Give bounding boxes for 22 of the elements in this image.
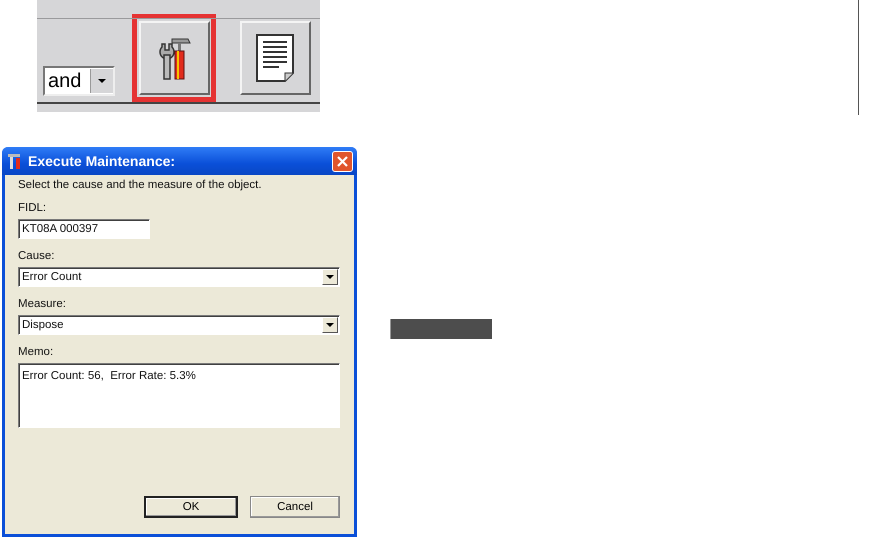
operator-dropdown[interactable]: and <box>43 66 115 96</box>
field-label: Memo: <box>18 346 54 358</box>
document-icon <box>255 33 295 83</box>
window-title: Execute Maintenance: <box>28 153 176 169</box>
fidl-field[interactable]: KT08A 000397 <box>18 219 150 239</box>
field-label: FIDL: <box>18 202 48 214</box>
dialog-button[interactable]: Cancel <box>250 496 340 518</box>
dialog-button[interactable]: OK <box>144 496 238 518</box>
tools-icon <box>7 152 23 170</box>
dropdown-arrow-icon <box>326 275 334 279</box>
dropdown-arrow-icon <box>98 79 106 83</box>
toolbar-button[interactable] <box>138 21 210 95</box>
instruction-text: Select the cause and the measure of the object. <box>18 179 263 191</box>
toolbar-button[interactable] <box>240 21 310 95</box>
field-label: Cause: <box>18 250 56 262</box>
field-label: Measure: <box>18 298 67 310</box>
dropdown-arrow-icon <box>326 323 334 327</box>
close-icon <box>337 156 348 166</box>
memo-field[interactable]: Error Count: 56, Error Rate: 5.3% <box>18 363 340 428</box>
dropdown-field[interactable]: Dispose <box>18 315 340 335</box>
close-button[interactable] <box>332 150 353 172</box>
dropdown-field[interactable]: Error Count <box>18 267 340 287</box>
